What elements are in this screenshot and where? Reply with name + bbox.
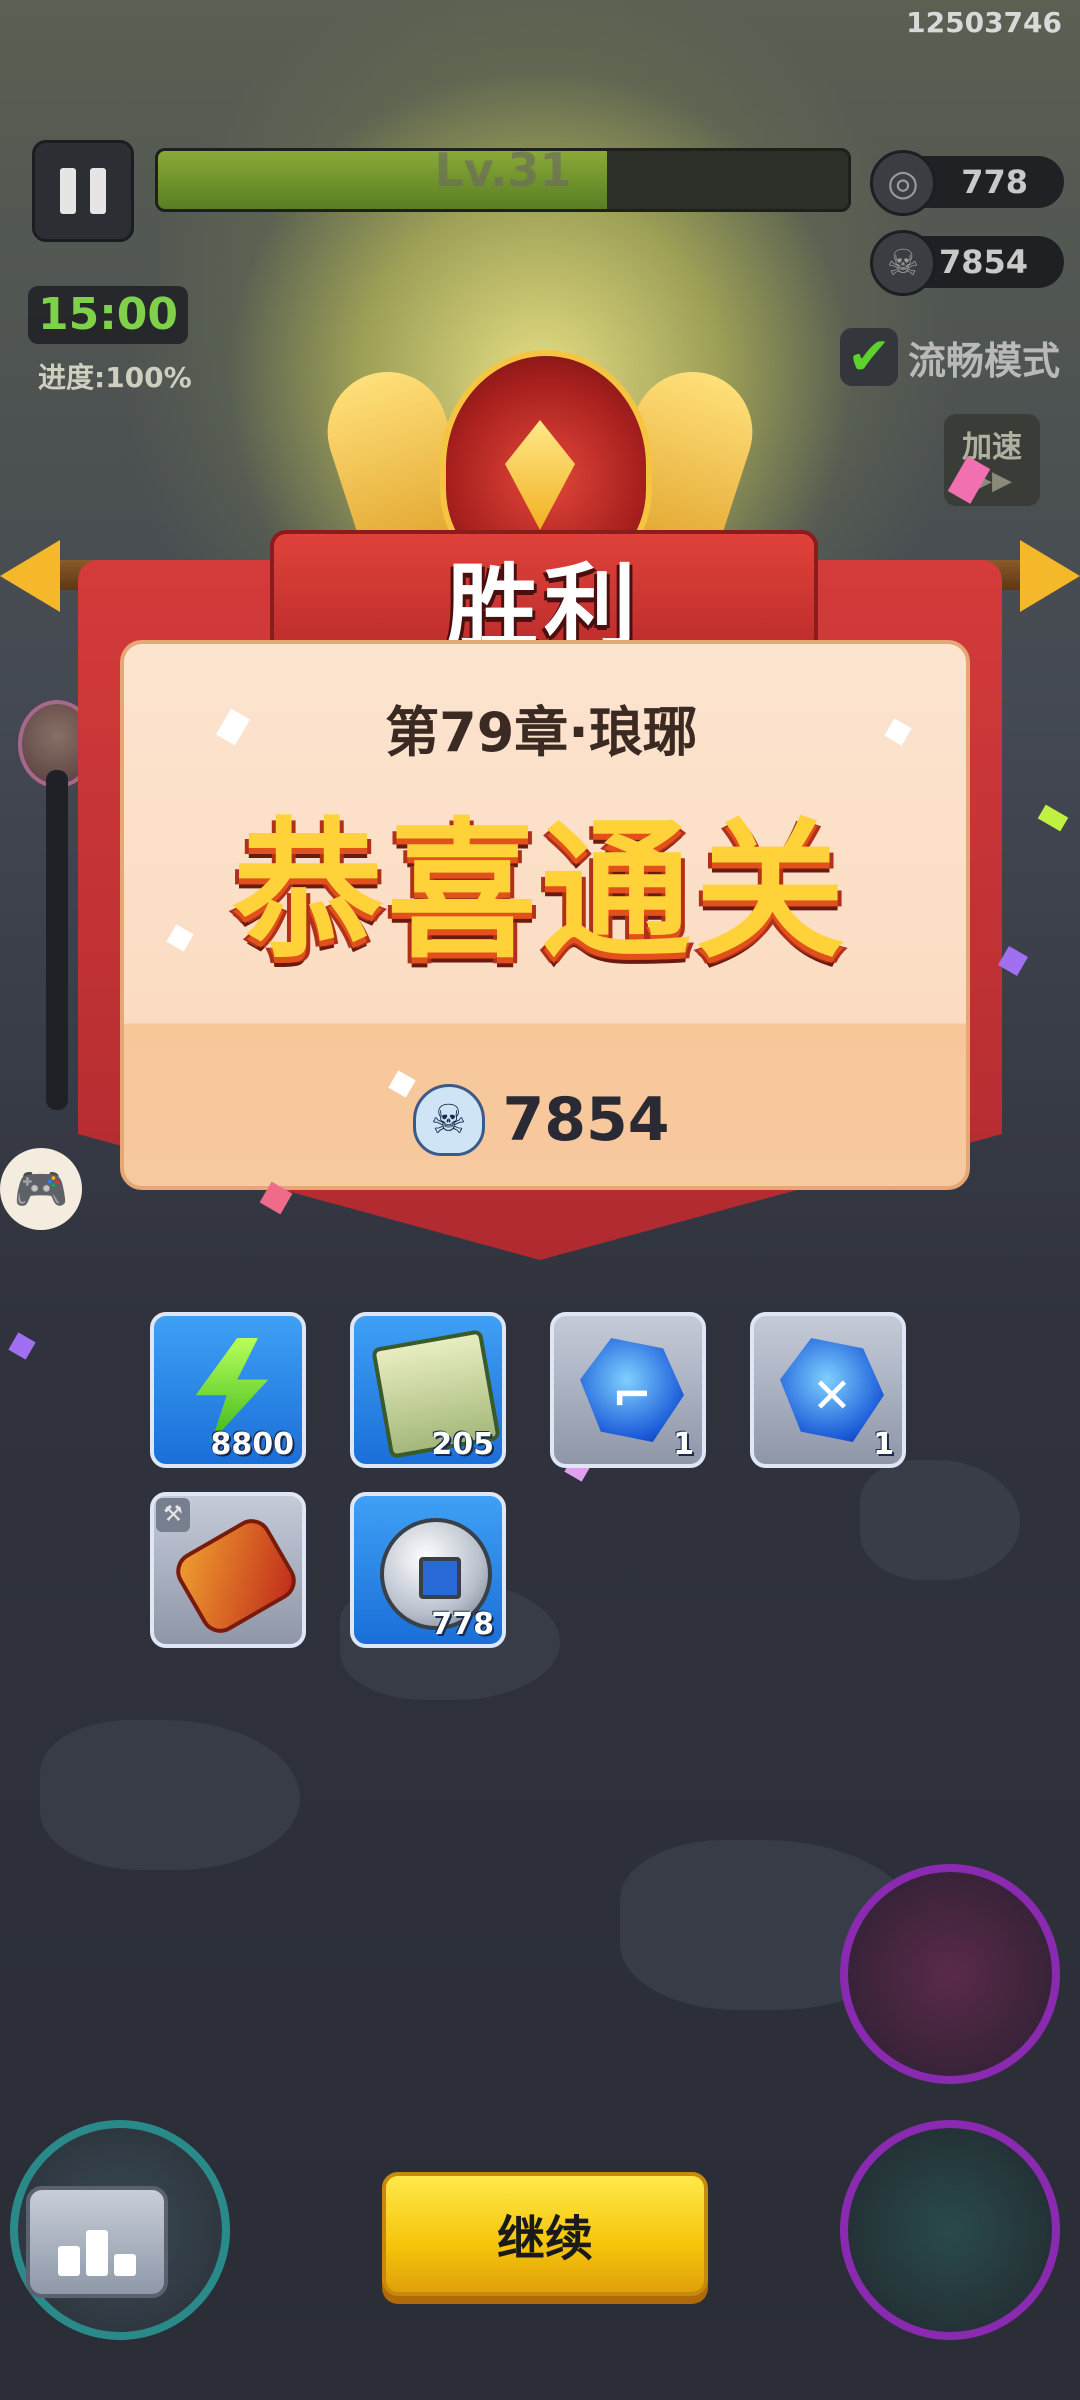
- side-progress-track: [46, 770, 68, 1110]
- reward-qty: 8800: [210, 1427, 295, 1462]
- background-rock: [860, 1460, 1020, 1580]
- kill-summary: ☠ 7854: [120, 1080, 962, 1160]
- reward-qty: 205: [431, 1427, 494, 1462]
- level-progress-bar: Lv.31: [155, 148, 851, 212]
- speed-up-label: 加速: [962, 430, 1022, 465]
- coin-counter: ◎ 778: [870, 150, 1064, 216]
- rod-tip-right: [1020, 540, 1080, 612]
- reward-qty: 1: [873, 1427, 894, 1462]
- reward-energy[interactable]: 8800: [150, 1312, 306, 1468]
- reward-sword-crystal[interactable]: ✕ 1: [750, 1312, 906, 1468]
- congrats-text: 恭喜通关: [232, 805, 849, 979]
- equipment-tag-icon: ⚒: [156, 1498, 190, 1532]
- reward-boot-crystal[interactable]: ⌐ 1: [550, 1312, 706, 1468]
- coin-icon: ◎: [870, 150, 936, 216]
- smooth-mode-toggle[interactable]: ✔ 流畅模式: [839, 327, 1060, 387]
- pause-button[interactable]: [32, 140, 134, 242]
- kill-counter: ☠ 7854: [870, 230, 1064, 296]
- ranking-button[interactable]: [26, 2186, 168, 2298]
- skull-icon: ☠: [870, 230, 936, 296]
- skull-icon: ☠: [412, 1084, 485, 1156]
- sword-crystal-icon: ✕: [780, 1338, 884, 1442]
- gamepad-icon[interactable]: 🎮: [0, 1148, 82, 1230]
- reward-qty: 1: [673, 1427, 694, 1462]
- background-rock: [40, 1720, 300, 1870]
- reward-scroll[interactable]: 205: [350, 1312, 506, 1468]
- pause-icon: [60, 168, 76, 214]
- skill-slot-demon[interactable]: [840, 1864, 1060, 2084]
- progress-text: 进度:100%: [38, 361, 192, 394]
- kill-count: 7854: [938, 243, 1028, 281]
- coin-count: 778: [961, 163, 1028, 201]
- checkmark-icon: ✔: [839, 327, 898, 387]
- battle-timer: 15:00: [28, 286, 188, 344]
- reward-silver-coin[interactable]: 778: [350, 1492, 506, 1648]
- rod-tip-left: [0, 540, 60, 612]
- chapter-name: 第79章·琅琊: [385, 701, 697, 764]
- ranking-icon: [58, 2246, 80, 2276]
- level-label: Lv.31: [434, 148, 572, 197]
- reward-qty: 778: [431, 1607, 494, 1642]
- boot-crystal-icon: ⌐: [580, 1338, 684, 1442]
- skill-slot-whirlwind[interactable]: [840, 2120, 1060, 2340]
- continue-button[interactable]: 继续: [382, 2172, 708, 2296]
- user-id: 12503746: [906, 6, 1062, 39]
- gem-bracer-icon: [168, 1511, 304, 1641]
- smooth-mode-label: 流畅模式: [907, 338, 1060, 383]
- reward-gem-equipment[interactable]: ⚒: [150, 1492, 306, 1648]
- kill-summary-count: 7854: [502, 1085, 670, 1155]
